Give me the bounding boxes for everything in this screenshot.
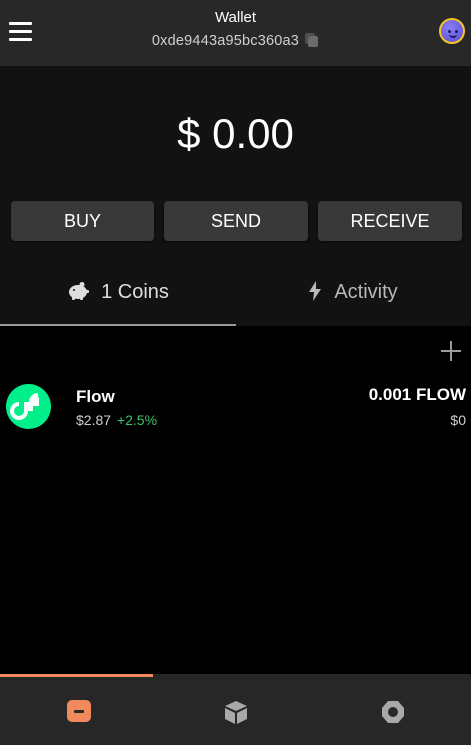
coin-list-item[interactable]: Flow $2.87 +2.5% 0.001 FLOW $0 <box>0 375 471 437</box>
bottom-nav <box>0 674 471 745</box>
coin-price-row: $2.87 +2.5% <box>76 412 157 428</box>
wallet-summary: $ 0.00 BUY SEND RECEIVE 1 Coins Activity <box>0 66 471 326</box>
app-header: Wallet 0xde9443a95bc360a3 <box>0 0 471 66</box>
receive-button[interactable]: RECEIVE <box>318 201 462 241</box>
coin-fiat-value: $0 <box>450 412 466 428</box>
tab-indicator <box>0 324 236 326</box>
wallet-address: 0xde9443a95bc360a3 <box>151 33 300 49</box>
send-button[interactable]: SEND <box>164 201 308 241</box>
lightning-icon <box>308 269 322 321</box>
page-title: Wallet <box>214 9 257 26</box>
piggy-bank-icon <box>67 269 90 321</box>
nav-settings[interactable] <box>314 677 471 745</box>
flow-logo-icon <box>6 384 51 429</box>
copy-icon[interactable] <box>305 33 319 47</box>
tab-coins-label: 1 Coins <box>101 281 169 303</box>
nav-nft[interactable] <box>157 677 314 745</box>
tab-activity-label: Activity <box>334 281 398 303</box>
wallet-address-row: 0xde9443a95bc360a3 <box>0 33 471 49</box>
wallet-icon <box>66 700 91 722</box>
add-coin-icon[interactable] <box>438 338 464 364</box>
tab-activity[interactable]: Activity <box>235 266 471 326</box>
tab-coins[interactable]: 1 Coins <box>0 266 236 326</box>
tab-bar: 1 Coins Activity <box>0 266 471 326</box>
coin-price: $2.87 <box>76 412 112 428</box>
coin-change: +2.5% <box>116 412 158 428</box>
coin-name: Flow <box>76 387 115 406</box>
settings-gear-icon <box>381 701 404 723</box>
coin-amount: 0.001 FLOW <box>368 385 466 404</box>
action-buttons: BUY SEND RECEIVE <box>11 201 462 241</box>
nav-wallet[interactable] <box>0 677 157 745</box>
buy-button[interactable]: BUY <box>11 201 154 241</box>
avatar[interactable] <box>439 18 465 44</box>
total-balance: $ 0.00 <box>177 110 294 157</box>
cube-icon <box>224 701 247 724</box>
